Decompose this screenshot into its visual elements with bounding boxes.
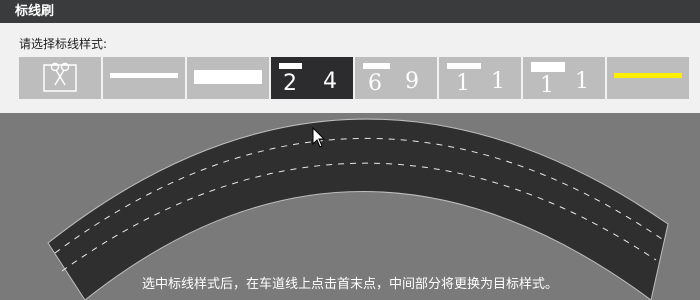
style-dash-1-1-wide-button[interactable]: 1 1 (523, 57, 605, 99)
scissors-icon (43, 62, 77, 92)
dash-sample-line (279, 63, 302, 69)
gap-length-label: 4 (323, 69, 337, 94)
road-canvas[interactable]: 选中标线样式后，在车道线上点击首末点，中间部分将更换为目标样式。 (0, 113, 700, 300)
style-dash-2-4-button[interactable]: 2 4 (271, 57, 353, 99)
style-panel: 请选择标线样式: 2 4 6 9 1 1 1 1 (0, 23, 700, 113)
style-thick-solid-button[interactable] (187, 57, 269, 99)
style-dash-6-9-button[interactable]: 6 9 (355, 57, 437, 99)
window-title: 标线刷 (0, 0, 700, 23)
gap-length-label: 9 (405, 69, 419, 94)
dash-length-label: 6 (368, 71, 382, 96)
gap-length-label: 1 (575, 69, 589, 94)
thin-solid-line (110, 73, 178, 78)
thick-solid-line (194, 70, 262, 84)
dash-length-label: 2 (283, 71, 297, 96)
dash-sample-line (447, 63, 481, 69)
mouse-cursor-icon (312, 127, 326, 148)
dash-sample-line (363, 63, 390, 69)
yellow-solid-line (614, 73, 682, 78)
style-list: 2 4 6 9 1 1 1 1 (19, 57, 691, 99)
dash-sample-line (531, 62, 565, 72)
style-dash-1-1-button[interactable]: 1 1 (439, 57, 521, 99)
style-yellow-solid-button[interactable] (607, 57, 689, 99)
gap-length-label: 1 (491, 69, 505, 94)
style-thin-solid-button[interactable] (103, 57, 185, 99)
instruction-text: 选中标线样式后，在车道线上点击首末点，中间部分将更换为目标样式。 (141, 277, 558, 292)
road-arc (47, 118, 669, 300)
dash-length-label: 1 (540, 73, 554, 98)
style-clear-button[interactable] (19, 57, 101, 99)
style-prompt: 请选择标线样式: (19, 37, 108, 51)
dash-length-label: 1 (456, 71, 470, 96)
